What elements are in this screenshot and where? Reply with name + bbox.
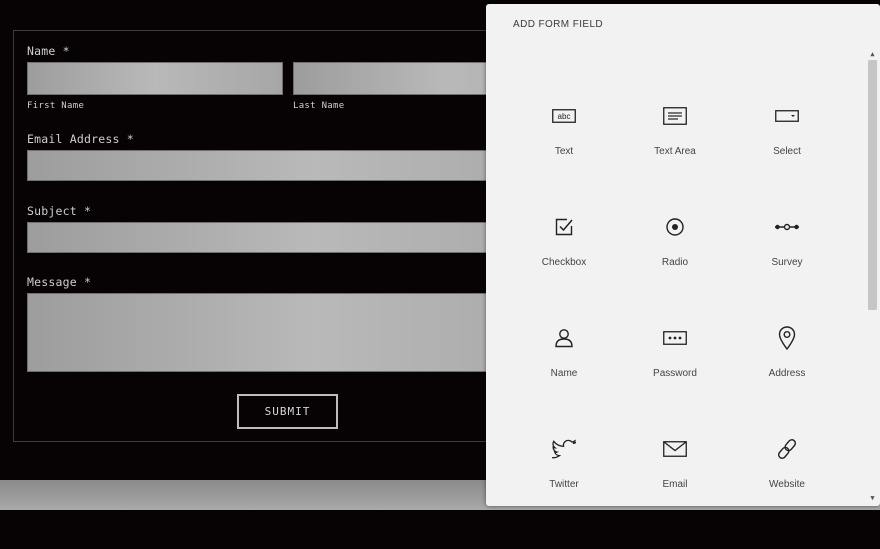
field-tile-label: Text Area	[654, 146, 696, 157]
twitter-icon	[552, 439, 576, 459]
subject-label: Subject *	[27, 204, 92, 218]
envelope-icon	[663, 441, 687, 457]
field-tile-text[interactable]: abc Text	[508, 106, 620, 216]
field-tile-label: Password	[653, 368, 697, 379]
field-tile-radio[interactable]: Radio	[619, 217, 731, 327]
message-label: Message *	[27, 275, 92, 289]
field-tile-label: Email	[662, 479, 688, 490]
field-tile-text-area[interactable]: Text Area	[619, 106, 731, 216]
select-icon	[775, 110, 799, 122]
field-tile-website[interactable]: Website	[731, 439, 843, 549]
field-tile-select[interactable]: Select	[731, 106, 843, 216]
field-tile-label: Radio	[661, 257, 689, 268]
field-tile-checkbox[interactable]: Checkbox	[508, 217, 620, 327]
checkbox-icon	[555, 218, 573, 236]
add-form-field-panel: ADD FORM FIELD abc Text Text Area Select…	[486, 4, 880, 506]
field-tile-label: Name	[550, 368, 578, 379]
field-tile-label: Text	[554, 146, 574, 157]
submit-button[interactable]: SUBMIT	[237, 394, 338, 429]
textarea-icon	[663, 107, 687, 125]
field-tile-email[interactable]: Email	[619, 439, 731, 549]
field-tile-label: Survey	[771, 257, 803, 268]
name-label: Name *	[27, 44, 70, 58]
last-name-sublabel: Last Name	[293, 101, 345, 111]
first-name-sublabel: First Name	[27, 101, 85, 111]
scroll-up-arrow-icon[interactable]: ▲	[868, 50, 877, 58]
link-icon	[777, 439, 797, 459]
field-tile-password[interactable]: Password	[619, 328, 731, 438]
field-tile-twitter[interactable]: Twitter	[508, 439, 620, 549]
field-tile-name[interactable]: Name	[508, 328, 620, 438]
password-icon	[663, 331, 687, 345]
radio-icon	[666, 218, 684, 236]
field-tile-label: Address	[768, 368, 806, 379]
map-pin-icon	[778, 326, 796, 350]
field-tile-label: Twitter	[549, 479, 579, 490]
field-tile-label: Website	[769, 479, 805, 490]
first-name-input[interactable]	[27, 62, 283, 95]
person-icon	[555, 329, 573, 348]
survey-icon	[775, 223, 799, 231]
text-icon-glyph: abc	[558, 112, 571, 121]
panel-title: ADD FORM FIELD	[513, 19, 604, 30]
field-tile-survey[interactable]: Survey	[731, 217, 843, 327]
text-icon: abc	[552, 109, 576, 123]
email-label: Email Address *	[27, 132, 134, 146]
field-tile-label: Checkbox	[541, 257, 587, 268]
field-tile-address[interactable]: Address	[731, 326, 843, 438]
field-tile-label: Select	[773, 146, 801, 157]
scrollbar-thumb[interactable]	[868, 60, 877, 310]
scroll-down-arrow-icon[interactable]: ▼	[868, 494, 877, 502]
